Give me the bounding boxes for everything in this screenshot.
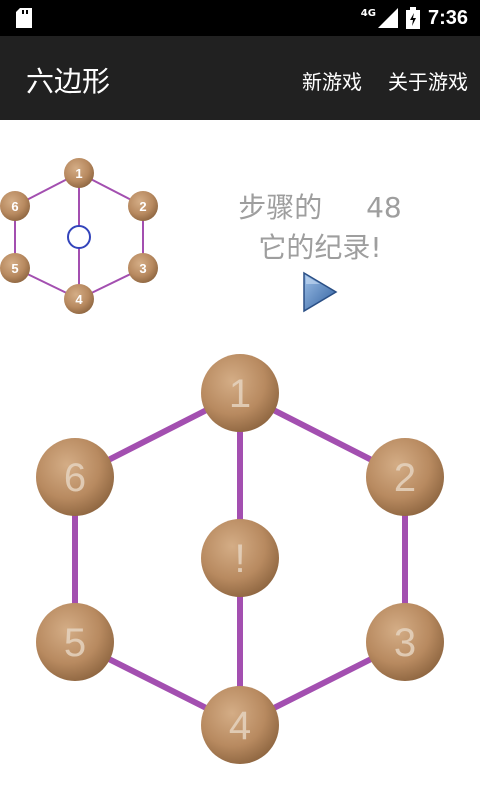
- battery-icon: [405, 7, 420, 29]
- action-bar: 六边形 新游戏 关于游戏: [0, 36, 480, 120]
- mini-node: 3: [128, 253, 158, 283]
- svg-text:3: 3: [394, 621, 416, 665]
- score-info: 步骤的 48 它的纪录!: [200, 188, 440, 268]
- svg-text:!: !: [234, 537, 245, 581]
- board-node-5[interactable]: 5: [36, 603, 114, 681]
- svg-text:6: 6: [64, 456, 86, 500]
- svg-text:5: 5: [11, 261, 18, 276]
- game-board: 1 2 3 4 5 6 !: [36, 354, 444, 764]
- board-node-4[interactable]: 4: [201, 686, 279, 764]
- about-game-button[interactable]: 关于游戏: [388, 66, 468, 95]
- board-node-center[interactable]: !: [201, 519, 279, 597]
- target-pattern-board: 1 2 3 4 5 6: [0, 158, 158, 314]
- app-title: 六边形: [26, 65, 111, 98]
- svg-text:5: 5: [64, 621, 86, 665]
- overflow-menu: 新游戏 关于游戏: [302, 66, 468, 95]
- steps-line: 步骤的 48: [200, 188, 440, 228]
- svg-text:6: 6: [11, 199, 18, 214]
- status-bar: 4G 7:36: [0, 0, 480, 36]
- steps-label: 步骤的: [238, 191, 323, 224]
- mini-node: 5: [0, 253, 30, 283]
- mini-node: 4: [64, 284, 94, 314]
- network-type-label: 4G: [360, 7, 376, 19]
- svg-text:3: 3: [139, 261, 146, 276]
- signal-icon: [377, 8, 398, 28]
- board-node-1[interactable]: 1: [201, 354, 279, 432]
- svg-text:1: 1: [75, 166, 82, 181]
- mini-node: 1: [64, 158, 94, 188]
- svg-text:1: 1: [229, 372, 251, 416]
- board-node-2[interactable]: 2: [366, 438, 444, 516]
- play-button[interactable]: [302, 271, 338, 313]
- new-game-button[interactable]: 新游戏: [302, 66, 362, 95]
- board-node-3[interactable]: 3: [366, 603, 444, 681]
- mini-node: 2: [128, 191, 158, 221]
- sd-card-icon: [16, 8, 32, 28]
- svg-text:2: 2: [394, 456, 416, 500]
- clock: 7:36: [427, 6, 468, 29]
- board-node-6[interactable]: 6: [36, 438, 114, 516]
- svg-text:4: 4: [229, 704, 251, 748]
- record-text: 它的纪录!: [258, 231, 382, 264]
- center-marker: [67, 225, 91, 249]
- svg-text:4: 4: [75, 292, 83, 307]
- svg-text:2: 2: [139, 199, 146, 214]
- mini-node: 6: [0, 191, 30, 221]
- steps-count: 48: [366, 191, 402, 224]
